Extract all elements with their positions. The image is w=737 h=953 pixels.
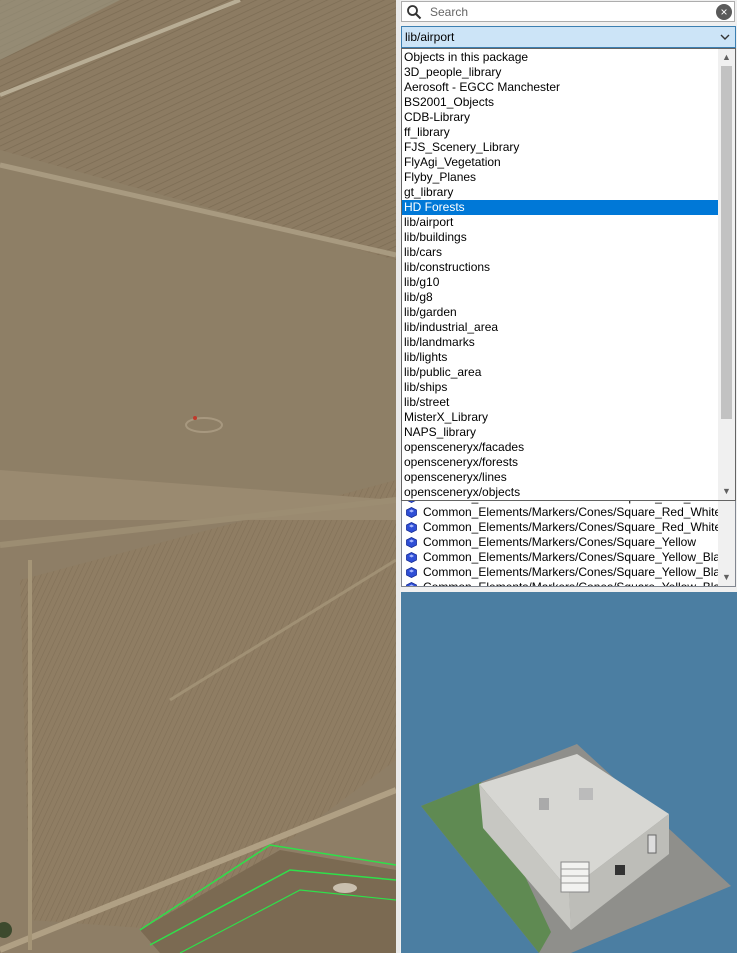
dropdown-option[interactable]: lib/landmarks xyxy=(402,335,720,350)
dropdown-option[interactable]: lib/lights xyxy=(402,350,720,365)
object-icon xyxy=(406,537,417,548)
object-preview[interactable] xyxy=(401,592,737,953)
dropdown-option[interactable]: gt_library xyxy=(402,185,720,200)
dropdown-option[interactable]: lib/constructions xyxy=(402,260,720,275)
object-list-item[interactable]: Common_Elements/Markers/Cones/Square_Yel… xyxy=(402,565,720,580)
dropdown-option[interactable]: lib/buildings xyxy=(402,230,720,245)
object-icon xyxy=(406,507,417,518)
object-list-item-label: Common_Elements/Markers/Cones/Square_Yel… xyxy=(423,580,720,587)
dropdown-option[interactable]: Flyby_Planes xyxy=(402,170,720,185)
clear-search-icon[interactable]: × xyxy=(716,4,732,20)
object-icon xyxy=(406,522,417,533)
object-list-item-label: Common_Elements/Markers/Cones/Square_Red… xyxy=(423,505,720,519)
package-dropdown-list: Objects in this package 3D_people_library… xyxy=(401,48,736,501)
dropdown-option[interactable]: HD Forests xyxy=(402,200,720,215)
scroll-up-arrow-icon[interactable]: ▲ xyxy=(718,49,735,66)
dropdown-option[interactable]: lib/g10 xyxy=(402,275,720,290)
dropdown-option[interactable]: MisterX_Library xyxy=(402,410,720,425)
search-box: × xyxy=(401,1,735,22)
dropdown-option[interactable]: lib/g8 xyxy=(402,290,720,305)
dropdown-option[interactable]: 3D_people_library xyxy=(402,65,720,80)
dropdown-option[interactable]: lib/airport xyxy=(402,215,720,230)
object-list-item[interactable]: Common_Elements/Markers/Cones/Square_Yel… xyxy=(402,535,720,550)
search-input[interactable] xyxy=(430,4,700,19)
object-list-item-label: Common_Elements/Markers/Cones/Square_Red… xyxy=(423,520,720,534)
object-icon xyxy=(406,567,417,578)
object-list-item[interactable]: Common_Elements/Markers/Cones/Square_Red… xyxy=(402,505,720,520)
dropdown-option[interactable]: lib/industrial_area xyxy=(402,320,720,335)
scroll-down-arrow-icon[interactable]: ▼ xyxy=(718,569,735,586)
dropdown-option[interactable]: opensceneryx/facades xyxy=(402,440,720,455)
dropdown-option[interactable]: FJS_Scenery_Library xyxy=(402,140,720,155)
object-list-item[interactable]: Common_Elements/Markers/Cones/Square_Red… xyxy=(402,520,720,535)
object-list-item-label: Common_Elements/Markers/Cones/Square_Yel… xyxy=(423,565,720,579)
object-icon xyxy=(406,552,417,563)
object-list-item[interactable]: Common_Elements/Markers/Cones/Square_Yel… xyxy=(402,580,720,587)
dropdown-option[interactable]: lib/street xyxy=(402,395,720,410)
object-icon xyxy=(406,582,417,586)
dropdown-option[interactable]: opensceneryx/lines xyxy=(402,470,720,485)
dropdown-option[interactable]: lib/cars xyxy=(402,245,720,260)
scroll-down-arrow-icon[interactable]: ▼ xyxy=(718,483,735,500)
dropdown-option[interactable]: lib/ships xyxy=(402,380,720,395)
dropdown-option[interactable]: FlyAgi_Vegetation xyxy=(402,155,720,170)
object-list-item[interactable]: Common_Elements/Markers/Cones/Square_Yel… xyxy=(402,550,720,565)
aerial-imagery xyxy=(0,0,396,953)
object-list-item-label: Common_Elements/Markers/Cones/Square_Yel… xyxy=(423,550,720,564)
dropdown-option[interactable]: ff_library xyxy=(402,125,720,140)
map-view[interactable] xyxy=(0,0,396,953)
search-icon xyxy=(407,5,422,20)
dropdown-option[interactable]: NAPS_library xyxy=(402,425,720,440)
dropdown-option[interactable]: opensceneryx/forests xyxy=(402,455,720,470)
hangar-preview-image xyxy=(421,744,731,953)
object-list-item-label: Common_Elements/Markers/Cones/Square_Yel… xyxy=(423,535,697,549)
scrollbar-thumb[interactable] xyxy=(721,66,732,419)
dropdown-option[interactable]: lib/garden xyxy=(402,305,720,320)
dropdown-option[interactable]: Objects in this package xyxy=(402,50,720,65)
dropdown-arrow-icon xyxy=(720,34,730,40)
dropdown-option[interactable]: opensceneryx/objects xyxy=(402,485,720,500)
dropdown-scrollbar[interactable]: ▲ ▼ xyxy=(718,49,735,500)
package-select[interactable]: lib/airport xyxy=(401,26,736,48)
library-panel: × lib/airport Common_Elements/Markers/Co… xyxy=(400,0,737,953)
package-select-value: lib/airport xyxy=(405,30,455,44)
dropdown-option[interactable]: lib/public_area xyxy=(402,365,720,380)
dropdown-option[interactable]: BS2001_Objects xyxy=(402,95,720,110)
dropdown-option[interactable]: CDB-Library xyxy=(402,110,720,125)
dropdown-option[interactable]: Aerosoft - EGCC Manchester xyxy=(402,80,720,95)
